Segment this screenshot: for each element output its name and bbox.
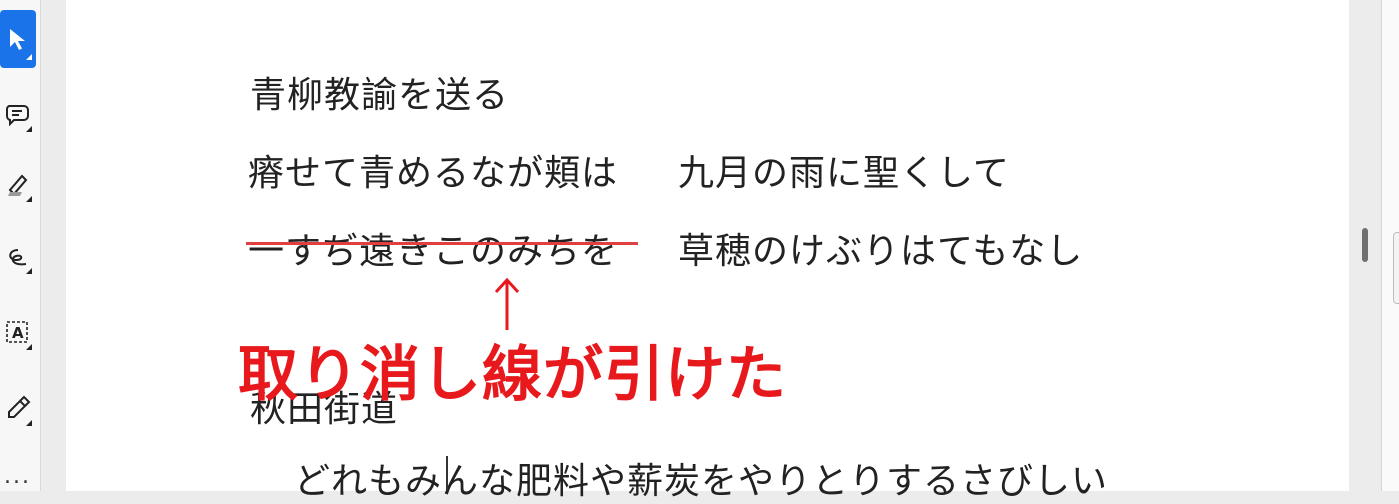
body-text-line: どれもみんな肥料や薪炭をやりとりするさびしい xyxy=(294,461,1109,502)
tool-menu-corner-icon xyxy=(26,268,32,274)
draw-tool-button[interactable] xyxy=(0,230,36,282)
up-arrow-icon xyxy=(494,277,520,330)
text-box-icon: A xyxy=(6,321,28,343)
pointer-arrow-icon xyxy=(10,29,25,50)
freehand-draw-icon xyxy=(9,249,27,266)
select-tool-button[interactable] xyxy=(0,10,36,68)
side-panel-toggle[interactable] xyxy=(1393,232,1399,304)
stamp-pen-icon xyxy=(8,395,31,418)
poem-line: 瘠せて青めるなが頬は xyxy=(248,153,619,194)
document-page: 青柳教諭を送る 瘠せて青めるなが頬は 九月の雨に聖くして 一すぢ遠きこのみちを … xyxy=(66,0,1349,502)
text-box-tool-button[interactable]: A xyxy=(0,306,36,358)
strikethrough-mark[interactable] xyxy=(246,242,638,245)
tool-menu-corner-icon xyxy=(26,54,32,60)
stamp-tool-button[interactable] xyxy=(0,382,36,434)
struck-poem-line: 一すぢ遠きこのみちを xyxy=(248,231,619,272)
highlighter-pen-icon xyxy=(8,174,28,196)
poem-line: 草穂のけぶりはてもなし xyxy=(678,231,1084,272)
tool-menu-corner-icon xyxy=(26,420,32,426)
tool-menu-corner-icon xyxy=(26,344,32,350)
poem-title: 青柳教諭を送る xyxy=(250,75,510,116)
tool-menu-corner-icon xyxy=(26,196,32,202)
scrollbar-thumb[interactable] xyxy=(1362,228,1368,262)
comment-bubble-icon xyxy=(5,105,29,127)
text-cursor xyxy=(446,456,448,490)
svg-text:A: A xyxy=(12,324,24,342)
highlight-tool-button[interactable] xyxy=(0,158,36,210)
more-tools-button[interactable]: ... xyxy=(4,466,31,488)
poem-line: 九月の雨に聖くして xyxy=(678,153,1010,194)
annotation-toolbar: A ... xyxy=(0,0,41,491)
comment-tool-button[interactable] xyxy=(0,88,36,140)
tool-menu-corner-icon xyxy=(26,126,32,132)
callout-caption: 取り消し線が引けた xyxy=(238,340,787,410)
